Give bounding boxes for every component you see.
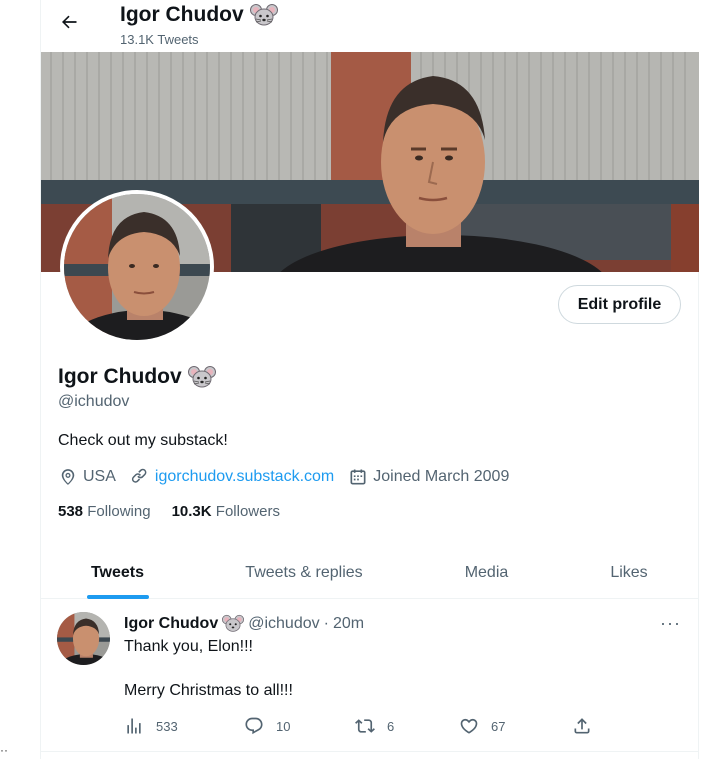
profile-column: Igor Chudov 13.1K Tweets Edit profile Ig…: [40, 0, 699, 759]
following-label: Following: [87, 503, 151, 520]
reply-icon: [245, 717, 263, 735]
edit-profile-button[interactable]: Edit profile: [558, 285, 681, 324]
header-title: Igor Chudov: [120, 3, 278, 27]
tab-label: Likes: [610, 564, 648, 581]
website-link[interactable]: igorchudov.substack.com: [155, 468, 334, 486]
mouse-emoji-icon: [249, 3, 278, 27]
heart-icon: [460, 718, 478, 734]
retweet-icon: [355, 719, 375, 733]
joined-text: Joined March 2009: [373, 468, 510, 485]
location-text: USA: [83, 468, 116, 485]
back-button[interactable]: [57, 10, 81, 34]
views-button[interactable]: 533: [124, 716, 178, 736]
like-count: 67: [491, 718, 506, 734]
tab-likes[interactable]: Likes: [559, 547, 699, 599]
following-count: 538: [58, 503, 84, 520]
reply-button[interactable]: 10: [244, 716, 290, 736]
followers-link[interactable]: 10.3K Followers: [172, 503, 280, 520]
edge-marks: ··: [0, 743, 8, 757]
tweet-avatar[interactable]: [57, 612, 110, 665]
mouse-emoji-icon: [222, 614, 245, 633]
arrow-left-icon: [62, 15, 77, 29]
profile-tabs: Tweets Tweets & replies Media Likes: [41, 547, 699, 599]
link-icon: [131, 468, 147, 483]
tweet-actions: 533 10 6 67: [124, 716, 604, 740]
like-button[interactable]: 67: [459, 716, 505, 736]
tab-label: Tweets: [90, 564, 145, 581]
website: igorchudov.substack.com: [130, 467, 334, 487]
profile-meta: USA igorchudov.substack.com Joined March…: [58, 466, 523, 488]
joined-date: Joined March 2009: [348, 467, 509, 487]
share-button[interactable]: [572, 716, 604, 736]
share-icon: [574, 718, 590, 734]
tweet-header: Igor Chudov @ichudov · 20m: [124, 614, 364, 633]
more-options-button[interactable]: ···: [660, 613, 681, 634]
followers-label: Followers: [215, 503, 280, 520]
tab-label: Tweets & replies: [245, 564, 363, 581]
profile-handle: @ichudov: [58, 393, 130, 410]
tab-tweets[interactable]: Tweets: [41, 547, 194, 599]
tweet[interactable]: Igor Chudov @ichudov · 20m ··· Thank you…: [41, 599, 699, 752]
mouse-emoji-icon: [187, 365, 216, 389]
profile-name-text: Igor Chudov: [58, 365, 182, 388]
followers-count: 10.3K: [171, 503, 212, 520]
tweet-text-line: Thank you, Elon!!!: [124, 638, 253, 655]
header-name-text: Igor Chudov: [120, 3, 244, 26]
reply-count: 10: [276, 718, 291, 734]
location-pin-icon: [61, 469, 75, 485]
tab-label: Media: [464, 564, 509, 581]
location: USA: [58, 467, 116, 487]
tweet-author-handle[interactable]: @ichudov: [248, 615, 319, 633]
retweet-count: 6: [387, 718, 395, 734]
following-link[interactable]: 538 Following: [58, 503, 151, 520]
tab-tweets-and-replies[interactable]: Tweets & replies: [194, 547, 414, 599]
analytics-icon: [127, 718, 141, 734]
profile-name: Igor Chudov: [58, 365, 216, 389]
profile-header: Igor Chudov 13.1K Tweets: [41, 0, 699, 52]
tweet-timestamp[interactable]: 20m: [333, 615, 364, 633]
tweet-author-name[interactable]: Igor Chudov: [124, 615, 218, 633]
tweet-count: 13.1K Tweets: [120, 32, 199, 47]
tweet-separator: ·: [323, 614, 329, 632]
follow-stats: 538 Following 10.3K Followers: [58, 503, 301, 520]
profile-bio: Check out my substack!: [58, 432, 228, 449]
profile-avatar[interactable]: [60, 190, 214, 344]
calendar-icon: [350, 469, 366, 485]
retweet-button[interactable]: 6: [355, 716, 394, 736]
tweet-text-line: Merry Christmas to all!!!: [124, 682, 293, 699]
views-count: 533: [156, 718, 178, 734]
tab-media[interactable]: Media: [414, 547, 559, 599]
